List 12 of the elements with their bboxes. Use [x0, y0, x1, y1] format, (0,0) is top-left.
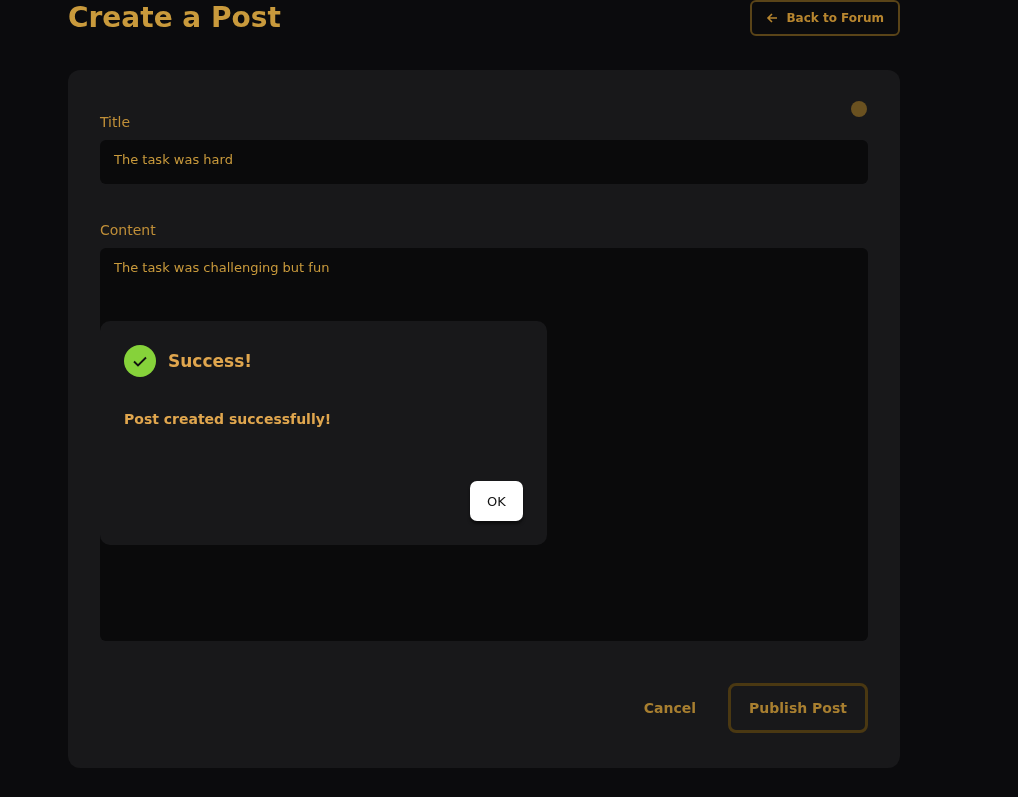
- cancel-button[interactable]: Cancel: [637, 699, 703, 717]
- check-circle-icon: [124, 345, 156, 377]
- ok-button[interactable]: OK: [470, 481, 523, 521]
- dialog-title: Success!: [168, 351, 253, 371]
- title-field[interactable]: The task was hard: [100, 140, 868, 184]
- page-heading: Create a Post: [68, 0, 281, 36]
- field-label: Title: [100, 114, 131, 130]
- back-button[interactable]: Back to Forum: [750, 0, 900, 36]
- arrow-left-icon: [766, 12, 779, 24]
- dialog-message: Post created successfully!: [124, 411, 333, 427]
- field-label: Content: [100, 222, 157, 238]
- publish-button[interactable]: Publish Post: [728, 683, 868, 733]
